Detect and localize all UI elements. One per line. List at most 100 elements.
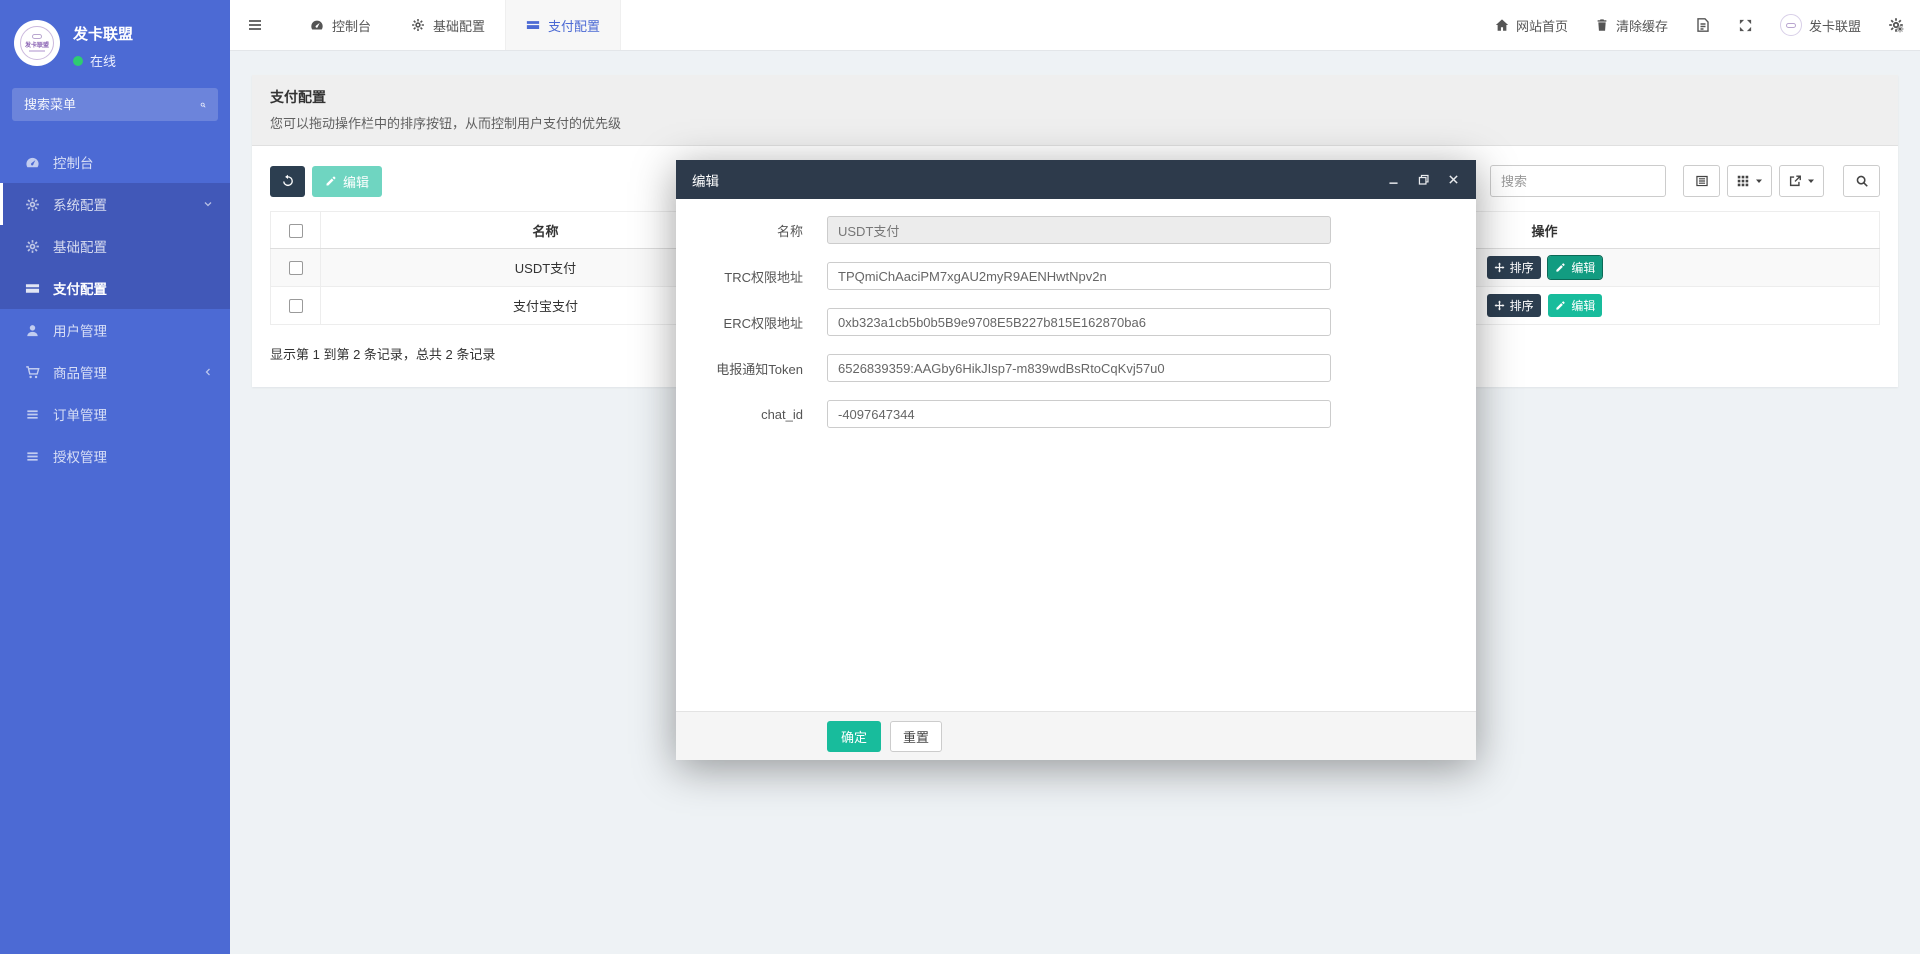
tab-label: 控制台 xyxy=(332,18,372,34)
main-area: 控制台 基础配置 支付配置 网站首页 清除缓存 发卡联盟 支付配置 您可以拖动操… xyxy=(230,0,1920,954)
toolbar-edit-label: 编辑 xyxy=(343,174,370,190)
tab-payment-config[interactable]: 支付配置 xyxy=(505,0,622,50)
sidebar-item-payment-config[interactable]: 支付配置 xyxy=(0,267,230,309)
site-home-link[interactable]: 网站首页 xyxy=(1495,16,1568,35)
toolbar-edit-button[interactable]: 编辑 xyxy=(312,165,383,197)
sidebar-item-auth-management[interactable]: 授权管理 xyxy=(0,435,230,477)
pencil-icon xyxy=(1555,300,1566,311)
brand-logo[interactable]: 发卡联盟 xyxy=(14,20,60,66)
top-navbar: 控制台 基础配置 支付配置 网站首页 清除缓存 发卡联盟 xyxy=(230,0,1920,51)
sidebar-search xyxy=(12,88,218,121)
brand-logo-emblem: 发卡联盟 xyxy=(20,26,54,60)
erc-address-label: ERC权限地址 xyxy=(723,315,803,331)
gauge-icon xyxy=(310,18,324,32)
row-edit-button[interactable]: 编辑 xyxy=(1547,255,1604,280)
form-row-trc: TRC权限地址 xyxy=(691,262,1461,290)
dialog-footer: 确定 重置 xyxy=(676,711,1476,760)
edit-label: 编辑 xyxy=(1571,299,1596,313)
sidebar-item-user-management[interactable]: 用户管理 xyxy=(0,309,230,351)
columns-button[interactable] xyxy=(1727,165,1772,197)
tab-dashboard[interactable]: 控制台 xyxy=(290,0,391,50)
search-icon[interactable] xyxy=(200,98,206,112)
cogs-icon xyxy=(1888,17,1904,33)
form-row-erc: ERC权限地址 xyxy=(691,308,1461,336)
columns-grid-icon xyxy=(1736,174,1750,188)
edit-dialog: 编辑 名称 TRC权限地址 ERC权限地址 xyxy=(676,160,1476,760)
sidebar-search-input[interactable] xyxy=(24,97,200,112)
sidebar-item-dashboard[interactable]: 控制台 xyxy=(0,141,230,183)
sidebar-item-goods-management[interactable]: 商品管理 xyxy=(0,351,230,393)
export-button[interactable] xyxy=(1779,165,1824,197)
gauge-icon xyxy=(25,155,40,170)
telegram-token-field[interactable] xyxy=(827,354,1331,382)
online-status-label: 在线 xyxy=(90,54,117,69)
sidebar-item-label: 控制台 xyxy=(53,156,94,171)
minimize-icon[interactable] xyxy=(1387,173,1400,186)
row-select-cell xyxy=(270,286,321,325)
sidebar-item-system-config[interactable]: 系统配置 xyxy=(0,183,230,225)
move-icon xyxy=(1494,262,1505,273)
dialog-title: 编辑 xyxy=(692,173,719,189)
sort-drag-button[interactable]: 排序 xyxy=(1486,256,1541,279)
user-icon xyxy=(25,323,40,338)
search-toggle-button[interactable] xyxy=(1843,165,1880,197)
sidebar: 发卡联盟 发卡联盟 在线 控制台 系统配置 xyxy=(0,0,230,954)
row-edit-button[interactable]: 编辑 xyxy=(1548,294,1603,317)
sort-drag-button[interactable]: 排序 xyxy=(1486,294,1541,317)
brand-status: 在线 xyxy=(73,51,133,70)
tab-label: 基础配置 xyxy=(433,18,486,34)
select-all-checkbox[interactable] xyxy=(288,223,303,238)
trash-icon xyxy=(1595,18,1609,32)
home-icon xyxy=(1495,18,1509,32)
tab-label: 支付配置 xyxy=(548,18,601,34)
detail-view-icon xyxy=(1695,174,1709,188)
search-icon xyxy=(1855,174,1869,188)
pencil-icon xyxy=(1555,262,1566,273)
trc-address-field[interactable] xyxy=(827,262,1331,290)
panel-heading: 支付配置 您可以拖动操作栏中的排序按钮，从而控制用户支付的优先级 xyxy=(252,75,1898,146)
sidebar-item-label: 用户管理 xyxy=(53,324,107,339)
clear-cache-link[interactable]: 清除缓存 xyxy=(1595,16,1668,35)
refresh-button[interactable] xyxy=(270,165,305,197)
chat-id-label: chat_id xyxy=(761,406,803,422)
sidebar-item-label: 商品管理 xyxy=(53,366,107,381)
table-search-input[interactable] xyxy=(1490,165,1666,197)
user-menu[interactable]: 发卡联盟 xyxy=(1779,14,1861,36)
list-icon xyxy=(25,449,40,464)
card-icon xyxy=(526,18,540,32)
sidebar-toggle-button[interactable] xyxy=(230,0,280,50)
reset-button[interactable]: 重置 xyxy=(890,720,943,752)
tab-base-config[interactable]: 基础配置 xyxy=(391,0,505,50)
row-checkbox[interactable] xyxy=(288,299,303,314)
site-home-label: 网站首页 xyxy=(1515,18,1568,34)
name-field xyxy=(827,216,1331,244)
page-title: 支付配置 xyxy=(270,89,326,105)
sidebar-item-label: 订单管理 xyxy=(53,408,107,423)
edit-dialog-header[interactable]: 编辑 xyxy=(676,160,1476,199)
sidebar-item-order-management[interactable]: 订单管理 xyxy=(0,393,230,435)
app-window: 发卡联盟 发卡联盟 在线 控制台 系统配置 xyxy=(0,0,1920,954)
brand-title: 发卡联盟 xyxy=(73,26,134,43)
confirm-button[interactable]: 确定 xyxy=(827,720,882,752)
language-icon xyxy=(1695,17,1711,33)
settings-button[interactable] xyxy=(1888,17,1904,33)
chat-id-field[interactable] xyxy=(827,400,1331,428)
detail-view-button[interactable] xyxy=(1683,165,1720,197)
close-icon[interactable] xyxy=(1447,173,1460,186)
edit-form: 名称 TRC权限地址 ERC权限地址 电报通知Token chat_id xyxy=(676,199,1476,711)
erc-address-field[interactable] xyxy=(827,308,1331,336)
fullscreen-button[interactable] xyxy=(1738,18,1753,33)
export-icon xyxy=(1788,174,1802,188)
cart-icon xyxy=(25,365,40,380)
refresh-icon xyxy=(281,174,295,188)
maximize-icon[interactable] xyxy=(1417,173,1430,186)
move-icon xyxy=(1494,300,1505,311)
row-checkbox[interactable] xyxy=(288,261,303,276)
select-all-cell xyxy=(270,211,321,249)
dialog-controls xyxy=(1387,173,1460,186)
pencil-icon xyxy=(325,175,337,187)
navbar-right: 网站首页 清除缓存 发卡联盟 xyxy=(1495,14,1920,36)
sort-label: 排序 xyxy=(1509,299,1534,313)
sidebar-item-base-config[interactable]: 基础配置 xyxy=(0,225,230,267)
language-button[interactable] xyxy=(1695,17,1711,33)
